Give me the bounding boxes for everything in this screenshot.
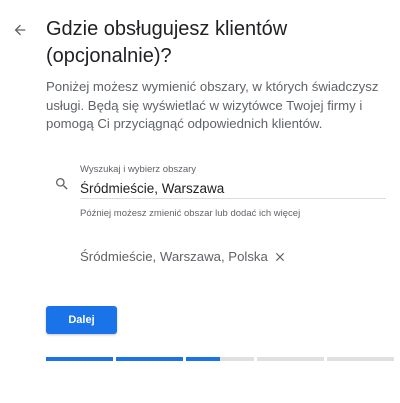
arrow-back-icon (14, 24, 26, 36)
progress-bar (46, 357, 395, 361)
progress-segment (46, 357, 114, 361)
search-helper-text: Później możesz zmienić obszar lub dodać … (80, 208, 301, 219)
close-icon (275, 252, 285, 262)
area-search-input[interactable] (80, 178, 386, 199)
page-description: Poniżej możesz wymienić obszary, w który… (46, 79, 379, 131)
progress-segment (116, 357, 184, 361)
remove-area-button[interactable] (272, 249, 288, 265)
selected-area-label: Śródmieście, Warszawa, Polska (80, 249, 268, 264)
progress-segment-fill (116, 357, 184, 361)
page-title: Gdzie obsługujesz klientów (opcjonalnie)… (46, 18, 288, 67)
next-button[interactable]: Dalej (46, 306, 117, 334)
progress-segment (326, 357, 395, 361)
search-field-label: Wyszukaj i wybierz obszary (80, 164, 197, 175)
progress-segment-fill (46, 357, 114, 361)
progress-segment (256, 357, 324, 361)
search-icon (56, 178, 68, 190)
progress-segment-fill (186, 357, 220, 361)
progress-segment (186, 357, 254, 361)
back-button[interactable] (10, 20, 30, 40)
